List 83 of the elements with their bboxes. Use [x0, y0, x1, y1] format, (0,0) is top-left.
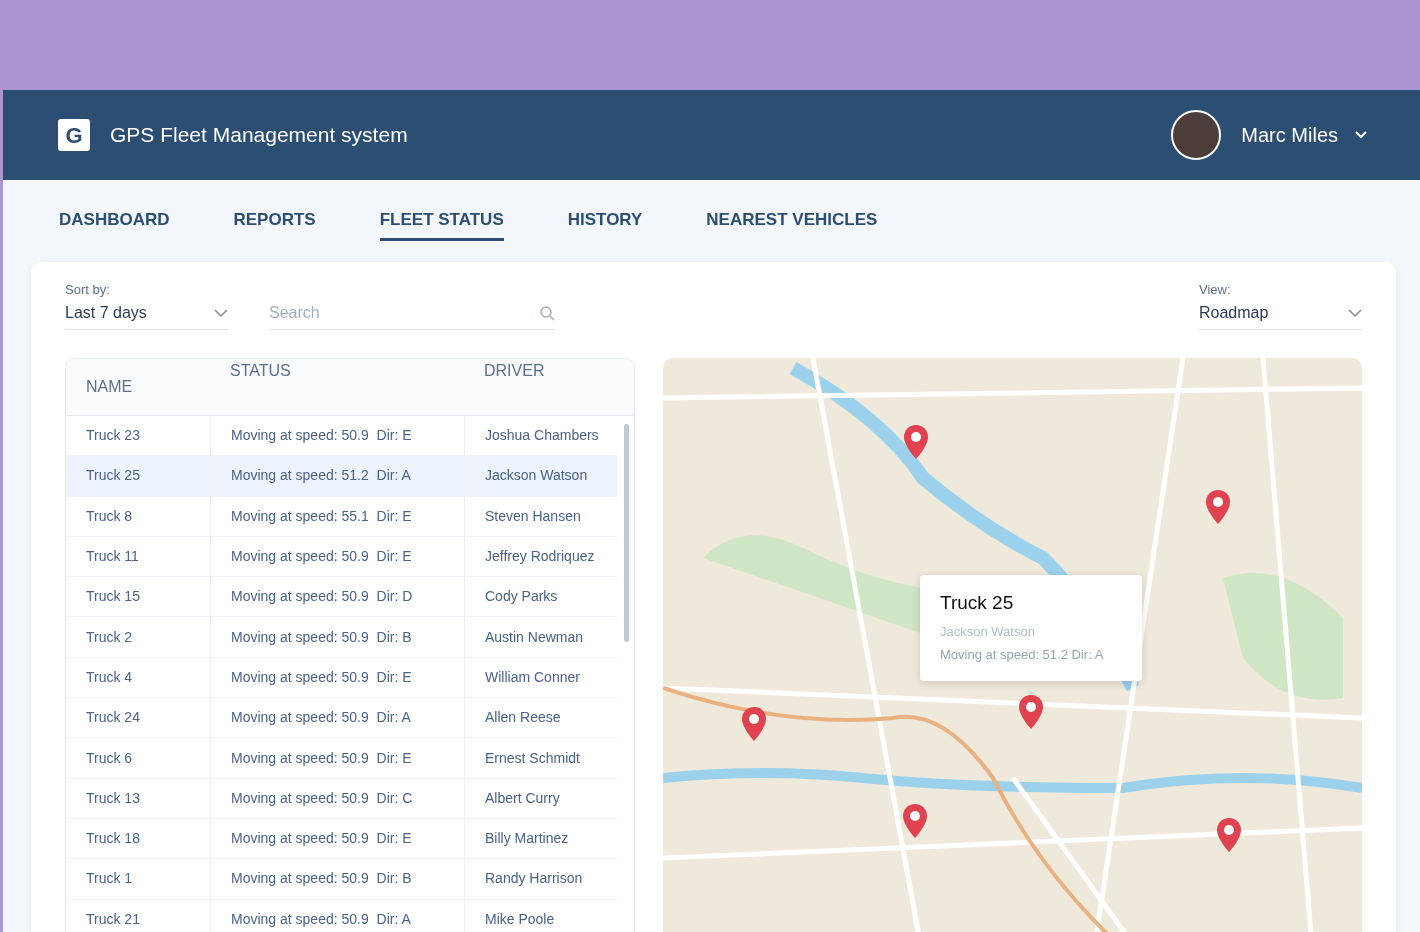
table-row[interactable]: Truck 2 Moving at speed: 50.9 Dir: B Austin Newman: [66, 617, 617, 658]
table-row[interactable]: Truck 4 Moving at speed: 50.9 Dir: E William Conner: [66, 657, 617, 699]
map-pin-icon[interactable]: [1216, 817, 1242, 853]
table-cell-text: Steven Hansen: [485, 506, 581, 526]
table-cell-text: Moving at speed: 50.9 Dir: A: [231, 909, 411, 929]
table-row[interactable]: Truck 25 Moving at speed: 51.2 Dir: A Jackson Watson: [66, 456, 617, 497]
table-cell-text: Cody Parks: [485, 587, 558, 607]
table-row[interactable]: Truck 13 Moving at speed: 50.9 Dir: C Albert Curry: [66, 778, 617, 819]
table-cell-text: Moving at speed: 50.9 Dir: A: [231, 708, 411, 728]
table-cell-text: Truck 18: [86, 829, 140, 849]
table-cell-text: Austin Newman: [485, 627, 584, 647]
table-cell-text: Truck 1: [86, 869, 133, 889]
table-cell-text: Truck 8: [86, 506, 133, 526]
table-cell-text: Truck 23: [86, 426, 140, 446]
sort-label: Sort by:: [65, 280, 111, 299]
search-icon[interactable]: [539, 305, 555, 321]
chevron-down-icon: [1348, 308, 1362, 318]
column-header[interactable]: NAME: [66, 375, 210, 399]
table-row[interactable]: Truck 6 Moving at speed: 50.9 Dir: E Ernest Schmidt: [66, 738, 617, 779]
table-cell-text: Billy Martinez: [485, 829, 569, 849]
table-cell-text: Mike Poole: [485, 909, 555, 929]
table-cell-text: Allen Reese: [485, 708, 561, 728]
table-cell-text: Truck 13: [86, 788, 140, 808]
table-cell-text: Moving at speed: 50.9 Dir: E: [231, 829, 412, 849]
map-pin-icon[interactable]: [903, 424, 929, 460]
table-cell-text: Moving at speed: 50.9 Dir: E: [231, 547, 412, 567]
sort-dropdown[interactable]: Last 7 days: [65, 299, 228, 330]
search-field[interactable]: Search: [269, 299, 555, 330]
tooltip-driver: Jackson Watson: [940, 622, 1036, 641]
user-name[interactable]: Marc Miles: [1241, 120, 1338, 150]
table-cell-text: Moving at speed: 50.9 Dir: E: [231, 667, 412, 687]
avatar[interactable]: [1171, 110, 1222, 160]
table-cell-text: Moving at speed: 50.9 Dir: E: [231, 748, 412, 768]
nav-tab[interactable]: NEAREST VEHICLES: [706, 200, 878, 242]
map-pin-icon[interactable]: [1205, 489, 1231, 525]
view-label: View:: [1199, 280, 1232, 299]
table-row[interactable]: Truck 21 Moving at speed: 50.9 Dir: A Mike Poole: [66, 899, 617, 932]
column-header[interactable]: DRIVER: [464, 359, 617, 415]
scrollbar-thumb[interactable]: [623, 424, 629, 642]
table-cell-text: Truck 6: [86, 748, 133, 768]
table-cell-text: Ernest Schmidt: [485, 748, 580, 768]
table-cell-text: Truck 2: [86, 627, 133, 647]
table-cell-text: Joshua Chambers: [485, 426, 599, 446]
table-cell-text: Truck 11: [86, 547, 139, 567]
table-cell-text: Truck 24: [86, 708, 140, 728]
table-cell-text: Jackson Watson: [485, 466, 588, 486]
table-row[interactable]: Truck 15 Moving at speed: 50.9 Dir: D Cody Parks: [66, 577, 617, 618]
nav-tab[interactable]: REPORTS: [233, 200, 316, 242]
table-row[interactable]: Truck 24 Moving at speed: 50.9 Dir: A Allen Reese: [66, 698, 617, 739]
logo: G: [58, 119, 90, 151]
table-cell-text: Truck 25: [86, 466, 140, 486]
table-cell-text: Moving at speed: 50.9 Dir: B: [231, 869, 412, 889]
table-cell-text: Moving at speed: 50.9 Dir: D: [231, 587, 413, 607]
table-cell-text: Moving at speed: 51.2 Dir: A: [231, 466, 411, 486]
table-cell-text: Truck 15: [86, 587, 140, 607]
chevron-down-icon[interactable]: [1354, 130, 1368, 140]
column-header[interactable]: STATUS: [210, 359, 464, 415]
table-cell-text: Moving at speed: 50.9 Dir: E: [231, 426, 412, 446]
chevron-down-icon: [214, 308, 228, 318]
map[interactable]: Truck 25 Jackson Watson Moving at speed: 51.2 Dir: A: [663, 358, 1362, 932]
table-cell-text: Moving at speed: 50.9 Dir: B: [231, 627, 412, 647]
table-cell-text: Truck 21: [86, 909, 140, 929]
app-title: GPS Fleet Management system: [110, 122, 408, 149]
table-row[interactable]: Truck 1 Moving at speed: 50.9 Dir: B Randy Harrison: [66, 859, 617, 900]
table-cell-text: Randy Harrison: [485, 869, 583, 889]
table-row[interactable]: Truck 11 Moving at speed: 50.9 Dir: E Jeffrey Rodriquez: [66, 536, 617, 578]
map-pin-icon[interactable]: [1018, 694, 1044, 730]
nav-tab[interactable]: FLEET STATUS: [379, 200, 504, 242]
table-cell-text: Moving at speed: 55.1 Dir: E: [231, 506, 412, 526]
tooltip-title: Truck 25: [940, 591, 1015, 615]
table-cell-text: Jeffrey Rodriquez: [485, 547, 595, 567]
nav-tab[interactable]: DASHBOARD: [59, 200, 170, 242]
table-row[interactable]: Truck 8 Moving at speed: 55.1 Dir: E Steven Hansen: [66, 496, 617, 537]
nav-tab[interactable]: HISTORY: [567, 200, 643, 242]
map-pin-icon[interactable]: [902, 803, 928, 839]
table-cell-text: Moving at speed: 50.9 Dir: C: [231, 788, 413, 808]
view-dropdown[interactable]: Roadmap: [1199, 299, 1362, 330]
tooltip-status: Moving at speed: 51.2 Dir: A: [940, 646, 1105, 664]
table-cell-text: Albert Curry: [485, 788, 560, 808]
map-pin-icon[interactable]: [741, 706, 767, 742]
table-cell-text: William Conner: [485, 667, 580, 687]
table-cell-text: Truck 4: [86, 667, 133, 687]
table-row[interactable]: Truck 18 Moving at speed: 50.9 Dir: E Billy Martinez: [66, 818, 617, 860]
